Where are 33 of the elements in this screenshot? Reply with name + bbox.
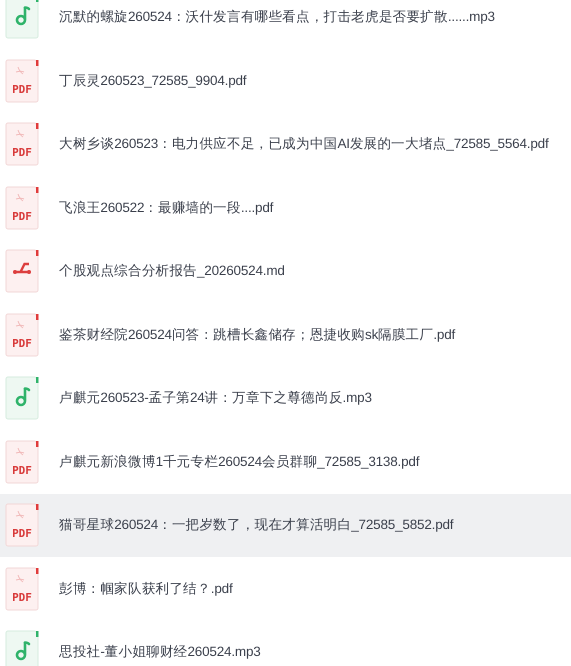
file-row[interactable]: PDF 丁辰灵260523_72585_9904.pdf <box>0 49 571 112</box>
pdf-file-icon: PDF <box>5 58 39 103</box>
pdf-file-icon: PDF <box>5 122 39 166</box>
file-row[interactable]: 个股观点综合分析报告_20260524.md <box>0 240 571 303</box>
pdf-file-icon: PDF <box>5 566 39 611</box>
file-row[interactable]: PDF 大树乡谈260523：电力供应不足，已成为中国AI发展的一大堵点_72585_5564.pdf <box>0 112 571 176</box>
file-row[interactable]: 思投社-董小姐聊财经260524.mp3 <box>0 620 571 666</box>
file-name: 卢麒元260523-孟子第24讲：万章下之尊德尚反.mp3 <box>59 389 372 408</box>
file-name: 飞浪王260522：最赚墙的一段....pdf <box>59 198 274 217</box>
file-row[interactable]: PDF 卢麒元新浪微博1千元专栏260524会员群聊_72585_3138.pdf <box>0 430 571 494</box>
file-name: 个股观点综合分析报告_20260524.md <box>59 262 285 280</box>
file-name: 鉴茶财经院260524问答：跳槽长鑫储存；恩捷收购sk隔膜工厂.pdf <box>59 326 456 344</box>
file-row[interactable]: PDF 猫哥星球260524：一把岁数了，现在才算活明白_72585_5852.pdf <box>0 494 571 557</box>
file-row[interactable]: 卢麒元260523-孟子第24讲：万章下之尊德尚反.mp3 <box>0 366 571 430</box>
file-name: 彭博：帼家队获利了结？.pdf <box>59 580 233 598</box>
file-row[interactable]: PDF 彭博：帼家队获利了结？.pdf <box>0 557 571 620</box>
file-name: 大树乡谈260523：电力供应不足，已成为中国AI发展的一大堵点_72585_5564.pdf <box>59 135 549 154</box>
file-name: 猫哥星球260524：一把岁数了，现在才算活明白_72585_5852.pdf <box>59 516 454 534</box>
file-row[interactable]: PDF 飞浪王260522：最赚墙的一段....pdf <box>0 176 571 240</box>
music-file-icon <box>5 0 39 40</box>
pdf-file-icon: PDF <box>5 312 39 357</box>
file-name: 沉默的螺旋260524：沃什发言有哪些看点，打击老虎是否要扩散......mp3 <box>59 8 495 26</box>
file-row[interactable]: 沉默的螺旋260524：沃什发言有哪些看点，打击老虎是否要扩散......mp3 <box>0 0 571 49</box>
file-name: 思投社-董小姐聊财经260524.mp3 <box>59 643 261 662</box>
file-name: 卢麒元新浪微博1千元专栏260524会员群聊_72585_3138.pdf <box>59 452 420 471</box>
markdown-file-icon <box>5 249 39 294</box>
pdf-file-icon: PDF <box>5 440 39 484</box>
music-file-icon <box>5 630 39 666</box>
music-file-icon <box>5 376 39 420</box>
pdf-file-icon: PDF <box>5 503 39 548</box>
file-row[interactable]: PDF 鉴茶财经院260524问答：跳槽长鑫储存；恩捷收购sk隔膜工厂.pdf <box>0 303 571 366</box>
pdf-file-icon: PDF <box>5 186 39 230</box>
file-name: 丁辰灵260523_72585_9904.pdf <box>59 72 246 90</box>
